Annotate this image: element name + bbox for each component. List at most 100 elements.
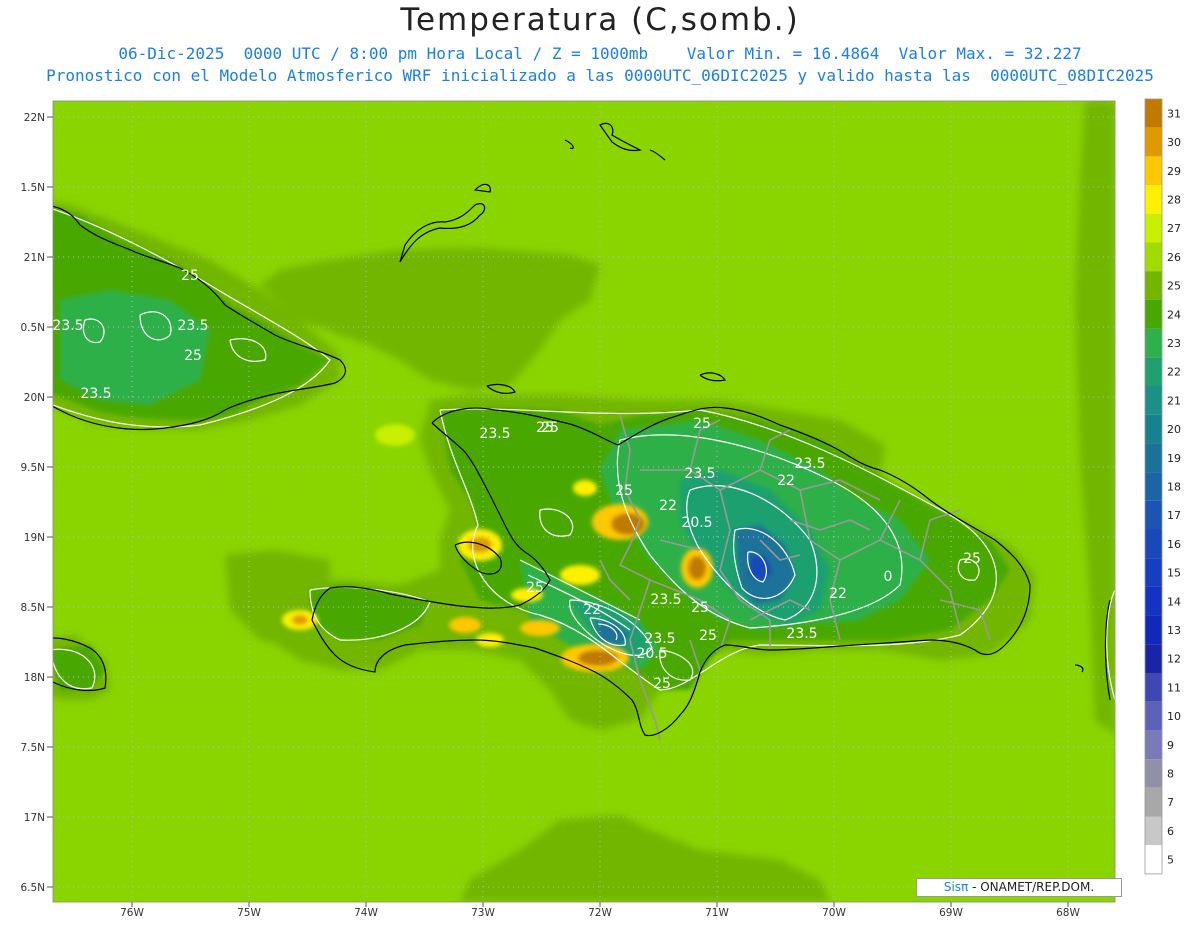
colorbar-label: 25 bbox=[1167, 280, 1181, 293]
contour-label: 25 bbox=[184, 348, 202, 364]
colorbar-label: 5 bbox=[1167, 854, 1174, 867]
contour-label: 22 bbox=[777, 473, 795, 489]
colorbar-label: 8 bbox=[1167, 767, 1174, 780]
colorbar-label: 13 bbox=[1167, 624, 1181, 637]
colorbar-label: 6 bbox=[1167, 825, 1174, 838]
contour-label: 23.5 bbox=[794, 456, 825, 472]
colorbar-label: 7 bbox=[1167, 796, 1174, 809]
lat-label: 21N bbox=[24, 252, 45, 264]
colorbar-label: 27 bbox=[1167, 222, 1181, 235]
lon-label: 72W bbox=[588, 907, 612, 919]
colorbar-swatch bbox=[1145, 730, 1162, 760]
colorbar-swatch bbox=[1145, 787, 1162, 817]
lon-label: 68W bbox=[1056, 907, 1080, 919]
contour-label: 25 bbox=[963, 551, 981, 567]
colorbar-swatch bbox=[1145, 185, 1162, 214]
colorbar-swatch bbox=[1145, 701, 1162, 731]
contour-label: 20.5 bbox=[681, 515, 712, 531]
colorbar-label: 21 bbox=[1167, 394, 1181, 407]
colorbar-label: 20 bbox=[1167, 423, 1181, 436]
credit-brand: Sisπ bbox=[943, 880, 969, 894]
colorbar-swatch bbox=[1145, 845, 1162, 874]
lat-label: 17N bbox=[24, 812, 45, 824]
contour-label: 25 bbox=[615, 483, 633, 499]
colorbar-swatch bbox=[1145, 299, 1162, 329]
contour-label: 0 bbox=[884, 569, 893, 585]
contour-label: 20.5 bbox=[636, 646, 667, 662]
lat-label: 22N bbox=[24, 112, 45, 124]
contour-label: 23.5 bbox=[177, 318, 208, 334]
lat-label: 6.5N bbox=[20, 882, 45, 894]
colorbar-label: 23 bbox=[1167, 337, 1181, 350]
lat-label: 18N bbox=[24, 672, 45, 684]
colorbar-label: 22 bbox=[1167, 366, 1181, 379]
lon-label: 74W bbox=[354, 907, 378, 919]
contour-label: 25 bbox=[653, 676, 671, 692]
colorbar-swatch bbox=[1145, 816, 1162, 846]
colorbar-swatch bbox=[1145, 759, 1162, 788]
colorbar-label: 29 bbox=[1167, 165, 1181, 178]
longitude-labels: 76W 75W 74W 73W 72W 71W 70W 69W 68W bbox=[120, 902, 1080, 919]
colorbar-swatch bbox=[1145, 213, 1162, 243]
lon-label: 71W bbox=[705, 907, 729, 919]
lon-label: 70W bbox=[822, 907, 846, 919]
colorbar-label: 14 bbox=[1167, 595, 1181, 608]
contour-label: 25 bbox=[699, 628, 717, 644]
contour-label: 22 bbox=[659, 498, 677, 514]
colorbar-swatch bbox=[1145, 328, 1162, 358]
colorbar-swatch bbox=[1145, 615, 1162, 645]
contour-label: 23.5 bbox=[786, 626, 817, 642]
forecast-map: 2523.5 23.52523.523.5 25 2523.523.522252220… bbox=[20, 98, 1181, 919]
contour-label: 23.5 bbox=[684, 466, 715, 482]
colorbar-label: 12 bbox=[1167, 653, 1181, 666]
colorbar-label: 11 bbox=[1167, 681, 1181, 694]
lon-label: 69W bbox=[939, 907, 963, 919]
colorbar-swatch bbox=[1145, 529, 1162, 559]
lon-label: 75W bbox=[237, 907, 261, 919]
colorbar-swatch bbox=[1145, 472, 1162, 501]
colorbar-label: 15 bbox=[1167, 567, 1181, 580]
colorbar: 31 30 29 28 27 26 25 24 23 22 21 20 19 18 17 16 15 14 13 12… bbox=[1144, 98, 1181, 875]
colorbar-label: 24 bbox=[1167, 308, 1181, 321]
contour-label: 22 bbox=[829, 586, 847, 602]
credit-text: - ONAMET/REP.DOM. bbox=[968, 880, 1095, 894]
contour-label: 22 bbox=[583, 602, 601, 618]
colorbar-swatch bbox=[1145, 644, 1162, 673]
contour-label: 23.5 bbox=[80, 386, 111, 402]
contour-label: 25 bbox=[536, 420, 554, 436]
lat-label: 7.5N bbox=[20, 742, 45, 754]
lon-label: 73W bbox=[471, 907, 495, 919]
contour-label: 23.5 bbox=[650, 592, 681, 608]
lon-label: 76W bbox=[120, 907, 144, 919]
colorbar-swatch bbox=[1145, 500, 1162, 530]
contour-label: 25 bbox=[691, 600, 709, 616]
colorbar-swatch bbox=[1145, 443, 1162, 473]
colorbar-swatch bbox=[1145, 271, 1162, 300]
credit-box: Sisπ - ONAMET/REP.DOM. bbox=[916, 878, 1122, 897]
colorbar-swatch bbox=[1145, 357, 1162, 386]
colorbar-label: 30 bbox=[1167, 136, 1181, 149]
colorbar-swatch bbox=[1145, 99, 1162, 128]
colorbar-label: 16 bbox=[1167, 538, 1181, 551]
colorbar-swatch bbox=[1145, 673, 1162, 702]
colorbar-label: 28 bbox=[1167, 193, 1181, 206]
lat-label: 1.5N bbox=[20, 182, 45, 194]
contour-label: 23.5 bbox=[479, 426, 510, 442]
colorbar-swatch bbox=[1145, 242, 1162, 272]
contour-label: 23.5 bbox=[52, 318, 83, 334]
colorbar-swatch bbox=[1145, 586, 1162, 616]
colorbar-label: 18 bbox=[1167, 480, 1181, 493]
latitude-labels: 22N 1.5N 21N 0.5N 20N 9.5N 19N 8.5N 18N 7.5N 17N 6.… bbox=[20, 112, 53, 894]
lat-label: 8.5N bbox=[20, 602, 45, 614]
colorbar-swatch bbox=[1145, 414, 1162, 444]
colorbar-label: 17 bbox=[1167, 509, 1181, 522]
colorbar-label: 10 bbox=[1167, 710, 1181, 723]
colorbar-label: 9 bbox=[1167, 739, 1174, 752]
lat-label: 19N bbox=[24, 532, 45, 544]
contour-label: 23.5 bbox=[644, 631, 675, 647]
lat-label: 9.5N bbox=[20, 462, 45, 474]
colorbar-swatch bbox=[1145, 386, 1162, 415]
colorbar-label: 26 bbox=[1167, 251, 1181, 264]
colorbar-label: 31 bbox=[1167, 107, 1181, 120]
colorbar-label: 19 bbox=[1167, 452, 1181, 465]
